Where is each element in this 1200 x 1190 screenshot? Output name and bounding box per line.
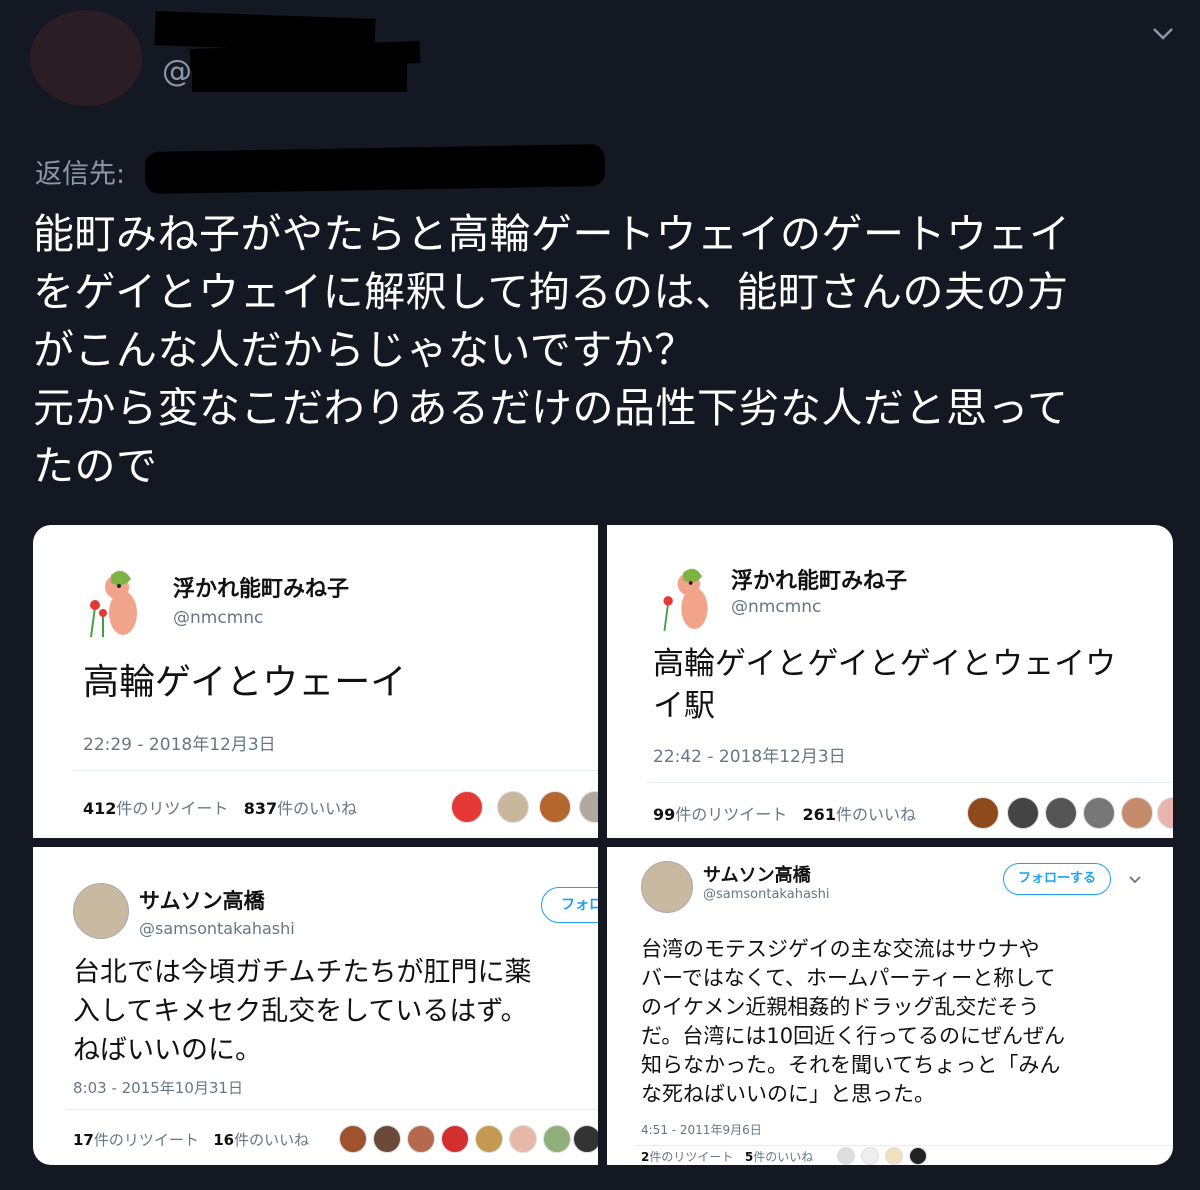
follow-button[interactable]: フォロ [541, 887, 598, 923]
card-tweet-text: 高輪ゲイとウェーイ [83, 661, 406, 705]
redacted-reply-target [144, 143, 606, 195]
card-tweet-line: 台北では今頃ガチムチたちが肛門に薬 [73, 957, 532, 988]
liker-avatar [451, 791, 483, 823]
card-handle: @nmcmnc [173, 608, 264, 628]
like-count: 16 [213, 1131, 235, 1149]
liker-avatar [885, 1147, 903, 1165]
retweet-count: 412 [83, 799, 117, 818]
liker-avatar [861, 1147, 879, 1165]
retweet-label: 件のリツイート [675, 805, 788, 824]
card-timestamp: 4:51 - 2011年9月6日 [641, 1123, 762, 1137]
card-stats: 99件のリツイート 261件のいいね [653, 801, 916, 825]
card-display-name: サムソン高橋 [139, 889, 265, 913]
profile-avatar-illustration [663, 568, 708, 632]
card-tweet-line: ねばいいのに。 [73, 1035, 262, 1066]
card-tweet-line: 高輪ゲイとゲイとゲイとウェイウ [653, 646, 1117, 682]
follow-button[interactable]: フォローする [1003, 863, 1111, 895]
card-tweet-line: 高輪ゲイとウェーイ [83, 662, 407, 703]
profile-avatar [73, 883, 129, 939]
liker-avatar [441, 1125, 469, 1153]
card-handle: @samsontakahashi [703, 887, 830, 902]
card-tweet-line: な死ねばいいのに」と思った。 [641, 1082, 935, 1106]
card-divider [67, 1109, 598, 1110]
screenshot-card-1[interactable]: 浮かれ能町みね子 @nmcmnc 高輪ゲイとウェーイ 22:29 - 2018年… [33, 525, 598, 838]
like-label: 件のいいね [753, 1150, 814, 1164]
liker-avatar [339, 1125, 367, 1153]
card-tweet-line: バーではなくて、ホームパーティーと称して [641, 966, 1056, 990]
liker-avatar [1045, 797, 1077, 829]
screenshot-card-2[interactable]: 浮かれ能町みね子 @nmcmnc 高輪ゲイとゲイとゲイとウェイウ イ駅 22:4… [607, 525, 1173, 838]
redacted-author-handle [192, 62, 407, 92]
tweet-line: たので [33, 442, 158, 490]
liker-avatar [1121, 797, 1153, 829]
liker-avatar [967, 797, 999, 829]
card-stats: 412件のリツイート 837件のいいね [83, 795, 357, 819]
card-tweet-line: のイケメン近親相姦的ドラッグ乱交だそう [641, 995, 1040, 1019]
card-tweet-line: 入してキメセク乱交をしているはず。 [73, 996, 528, 1027]
card-tweet-text: 台湾のモテスジゲイの主な交流はサウナや バーではなくて、ホームパーティーと称して… [641, 935, 1065, 1109]
like-count: 5 [744, 1150, 754, 1164]
card-divider [635, 1145, 1173, 1146]
card-timestamp: 22:29 - 2018年12月3日 [83, 735, 276, 755]
like-label: 件のいいね [277, 799, 358, 818]
card-display-name: サムソン高橋 [703, 865, 811, 886]
like-count: 261 [802, 805, 836, 824]
card-timestamp: 22:42 - 2018年12月3日 [653, 747, 846, 767]
chevron-down-icon[interactable] [1127, 871, 1143, 887]
liker-avatar [407, 1125, 435, 1153]
liker-avatar [1083, 797, 1115, 829]
card-display-name: 浮かれ能町みね子 [173, 577, 350, 602]
card-tweet-text: 高輪ゲイとゲイとゲイとウェイウ イ駅 [653, 643, 1116, 727]
liker-avatar [837, 1147, 855, 1165]
card-tweet-line: 台湾のモテスジゲイの主な交流はサウナや [641, 937, 1040, 961]
tweet-body: 能町みね子がやたらと高輪ゲートウェイのゲートウェイ をゲイとウェイに解釈して拘る… [33, 205, 1183, 495]
retweet-count: 17 [73, 1131, 94, 1149]
liker-avatar [475, 1125, 503, 1153]
card-display-name: 浮かれ能町みね子 [731, 569, 908, 594]
tweet-line: がこんな人だからじゃないですか？ [33, 326, 696, 374]
card-divider [647, 782, 1173, 783]
card-tweet-line: だ。台湾には10回近く行ってるのにぜんぜん [641, 1024, 1066, 1048]
retweet-label: 件のリツイート [93, 1131, 199, 1149]
card-stats: 17件のリツイート 16件のいいね [73, 1129, 309, 1150]
card-handle: @nmcmnc [731, 597, 822, 617]
profile-avatar [641, 861, 693, 913]
tweet-line: 元から変なこだわりあるだけの品性下劣な人だと思って [33, 384, 1069, 432]
tweet-line: 能町みね子がやたらと高輪ゲートウェイのゲートウェイ [33, 210, 1071, 258]
card-tweet-line: イ駅 [653, 688, 715, 724]
profile-avatar-illustration [90, 570, 137, 638]
liker-avatar [539, 791, 571, 823]
liker-avatar [543, 1125, 571, 1153]
card-stats: 2件のリツイート 5件のいいね [641, 1148, 813, 1165]
like-label: 件のいいね [234, 1131, 310, 1149]
card-tweet-line: 知らなかった。それを聞いてちょっと「みん [641, 1053, 1061, 1077]
card-tweet-text: 台北では今頃ガチムチたちが肛門に薬 入してキメセク乱交をしているはず。 ねばいい… [73, 953, 531, 1070]
card-divider [73, 770, 598, 771]
liker-avatar [373, 1125, 401, 1153]
liker-avatar [579, 791, 598, 823]
reply-to-label: 返信先: [35, 159, 126, 190]
liker-avatar [573, 1125, 598, 1153]
liker-avatar [909, 1147, 927, 1165]
screenshot-card-4[interactable]: サムソン高橋 @samsontakahashi フォローする 台湾のモテスジゲイ… [607, 847, 1173, 1165]
attached-images-grid[interactable]: 浮かれ能町みね子 @nmcmnc 高輪ゲイとウェーイ 22:29 - 2018年… [33, 525, 1173, 1165]
chevron-down-icon[interactable] [1150, 20, 1176, 46]
author-avatar[interactable] [30, 10, 142, 106]
author-handle[interactable]: @ [162, 54, 192, 89]
retweet-count: 99 [653, 805, 676, 824]
liker-avatar [1157, 797, 1173, 829]
tweet-line: をゲイとウェイに解釈して拘るのは、能町さんの夫の方 [33, 268, 1069, 316]
screenshot-card-3[interactable]: サムソン高橋 @samsontakahashi フォロ 台北では今頃ガチムチたち… [33, 847, 598, 1165]
retweet-label: 件のリツイート [649, 1150, 734, 1164]
like-count: 837 [243, 799, 278, 818]
like-label: 件のいいね [835, 805, 916, 824]
retweet-label: 件のリツイート [116, 799, 229, 818]
liker-avatar [497, 791, 529, 823]
card-timestamp: 8:03 - 2015年10月31日 [73, 1079, 243, 1097]
liker-avatar [509, 1125, 537, 1153]
card-handle: @samsontakahashi [139, 919, 295, 938]
liker-avatar [1007, 797, 1039, 829]
